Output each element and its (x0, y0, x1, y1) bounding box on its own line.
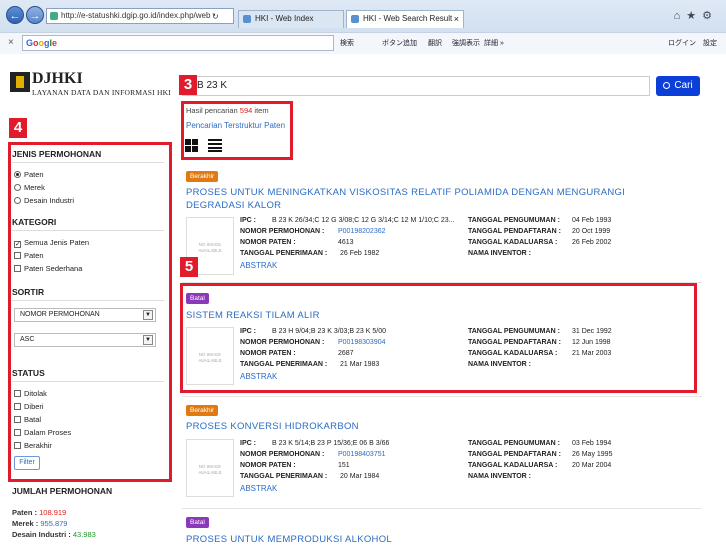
toolbar-details[interactable]: 詳細 » (484, 38, 504, 48)
field-tanggal-penerimaan: TANGGAL PENERIMAAN :26 Feb 1982 (240, 250, 380, 257)
toolbar-search[interactable]: 検索 (340, 38, 354, 48)
site-icon (50, 12, 58, 20)
field-nomor-permohonan: NOMOR PERMOHONAN : P00198202362 (240, 228, 386, 235)
result-title[interactable]: PROSES UNTUK MENINGKATKAN VISKOSITAS REL… (186, 186, 666, 212)
result-title[interactable]: PROSES UNTUK MEMPRODUKSI ALKOHOL (186, 533, 666, 546)
tab-web-search-result[interactable]: HKI - Web Search Result × (346, 10, 464, 28)
tab-label: HKI - Web Index (255, 14, 314, 23)
callout-label-4: 4 (9, 118, 27, 138)
toolbar-add-button[interactable]: ボタン追加 (382, 38, 417, 48)
search-button[interactable]: Cari (656, 76, 700, 96)
google-toolbar: × Google 検索 ボタン追加 翻訳 強調表示 詳細 » ログイン 設定 (0, 32, 726, 54)
toolbar-settings[interactable]: 設定 (703, 38, 717, 48)
star-icon[interactable]: ★ (686, 10, 702, 22)
field-tanggal-penerimaan: TANGGAL PENERIMAAN :20 Mar 1984 (240, 473, 380, 480)
field-tanggal-kadaluarsa: TANGGAL KADALUARSA :26 Feb 2002 (468, 239, 612, 246)
address-bar[interactable]: http://e-statushki.dgip.go.id/index.php/… (46, 8, 234, 24)
divider (182, 396, 702, 397)
count-merek: Merek : 955.879 (12, 519, 68, 528)
no-image-placeholder: NO IMAGE AVAILABLE (186, 439, 234, 497)
callout-label-5: 5 (180, 257, 198, 277)
field-nomor-paten: NOMOR PATEN :151 (240, 462, 350, 469)
browser-chrome: ← → http://e-statushki.dgip.go.id/index.… (0, 0, 726, 54)
toolbar-translate[interactable]: 翻訳 (428, 38, 442, 48)
field-nomor-paten: NOMOR PATEN :4613 (240, 239, 354, 246)
google-search-input[interactable]: Google (22, 35, 334, 51)
abstrak-link[interactable]: ABSTRAK (240, 484, 277, 493)
jumlah-heading: JUMLAH PERMOHONAN (12, 486, 113, 496)
field-tanggal-pendaftaran: TANGGAL PENDAFTARAN :20 Oct 1999 (468, 228, 611, 235)
count-desain: Desain Industri : 43.983 (12, 530, 96, 539)
logo-title: DJHKI (32, 70, 83, 87)
tab-label: HKI - Web Search Result (363, 14, 453, 23)
search-button-label: Cari (674, 80, 693, 91)
home-icon[interactable]: ⌂ (674, 10, 687, 22)
field-ipc: IPC : B 23 K 5/14;B 23 P 15/36;E 06 B 3/… (240, 440, 390, 447)
abstrak-link[interactable]: ABSTRAK (240, 261, 277, 270)
field-tanggal-pendaftaran: TANGGAL PENDAFTARAN :26 May 1995 (468, 451, 613, 458)
field-tanggal-pengumuman: TANGGAL PENGUMUMAN :03 Feb 1994 (468, 440, 612, 447)
field-nama-inventor: NAMA INVENTOR : (468, 473, 531, 480)
count-paten: Paten : 108.919 (12, 508, 67, 517)
field-tanggal-pengumuman: TANGGAL PENGUMUMAN :04 Feb 1993 (468, 217, 612, 224)
tab-web-index[interactable]: HKI - Web Index (238, 10, 344, 28)
callout-box-5 (180, 283, 697, 393)
logo-subtitle: LAYANAN DATA DAN INFORMASI HKI (32, 88, 171, 97)
field-ipc: IPC : B 23 K 26/34;C 12 G 3/08;C 12 G 3/… (240, 217, 455, 224)
search-icon (663, 82, 671, 89)
djhki-logo-icon (10, 72, 30, 92)
status-badge: Berakhir (186, 171, 219, 182)
toolbar-highlight[interactable]: 強調表示 (452, 38, 480, 48)
tab-favicon-icon (351, 15, 359, 23)
close-toolbar-icon[interactable]: × (8, 37, 14, 48)
field-nama-inventor: NAMA INVENTOR : (468, 250, 531, 257)
divider (182, 508, 702, 509)
tab-favicon-icon (243, 15, 251, 23)
status-badge: Batal (186, 517, 209, 528)
search-input[interactable]: B 23 K (182, 76, 650, 96)
close-tab-icon[interactable]: × (454, 11, 459, 27)
field-nomor-permohonan: NOMOR PERMOHONAN : P00198403751 (240, 451, 386, 458)
callout-box-3 (181, 101, 293, 160)
url-text: http://e-statushki.dgip.go.id/index.php/… (61, 11, 211, 20)
forward-button[interactable]: → (26, 6, 44, 24)
browser-icons: ⌂★⚙ (674, 9, 718, 22)
status-badge: Berakhir (186, 405, 219, 416)
refresh-icon[interactable]: ↻ (212, 12, 219, 21)
back-button[interactable]: ← (6, 6, 24, 24)
callout-label-3: 3 (179, 75, 197, 95)
callout-box-4 (8, 142, 172, 482)
toolbar-login[interactable]: ログイン (668, 38, 696, 48)
field-tanggal-kadaluarsa: TANGGAL KADALUARSA :20 Mar 2004 (468, 462, 612, 469)
gear-icon[interactable]: ⚙ (702, 10, 718, 22)
result-title[interactable]: PROSES KONVERSI HIDROKARBON (186, 420, 666, 433)
